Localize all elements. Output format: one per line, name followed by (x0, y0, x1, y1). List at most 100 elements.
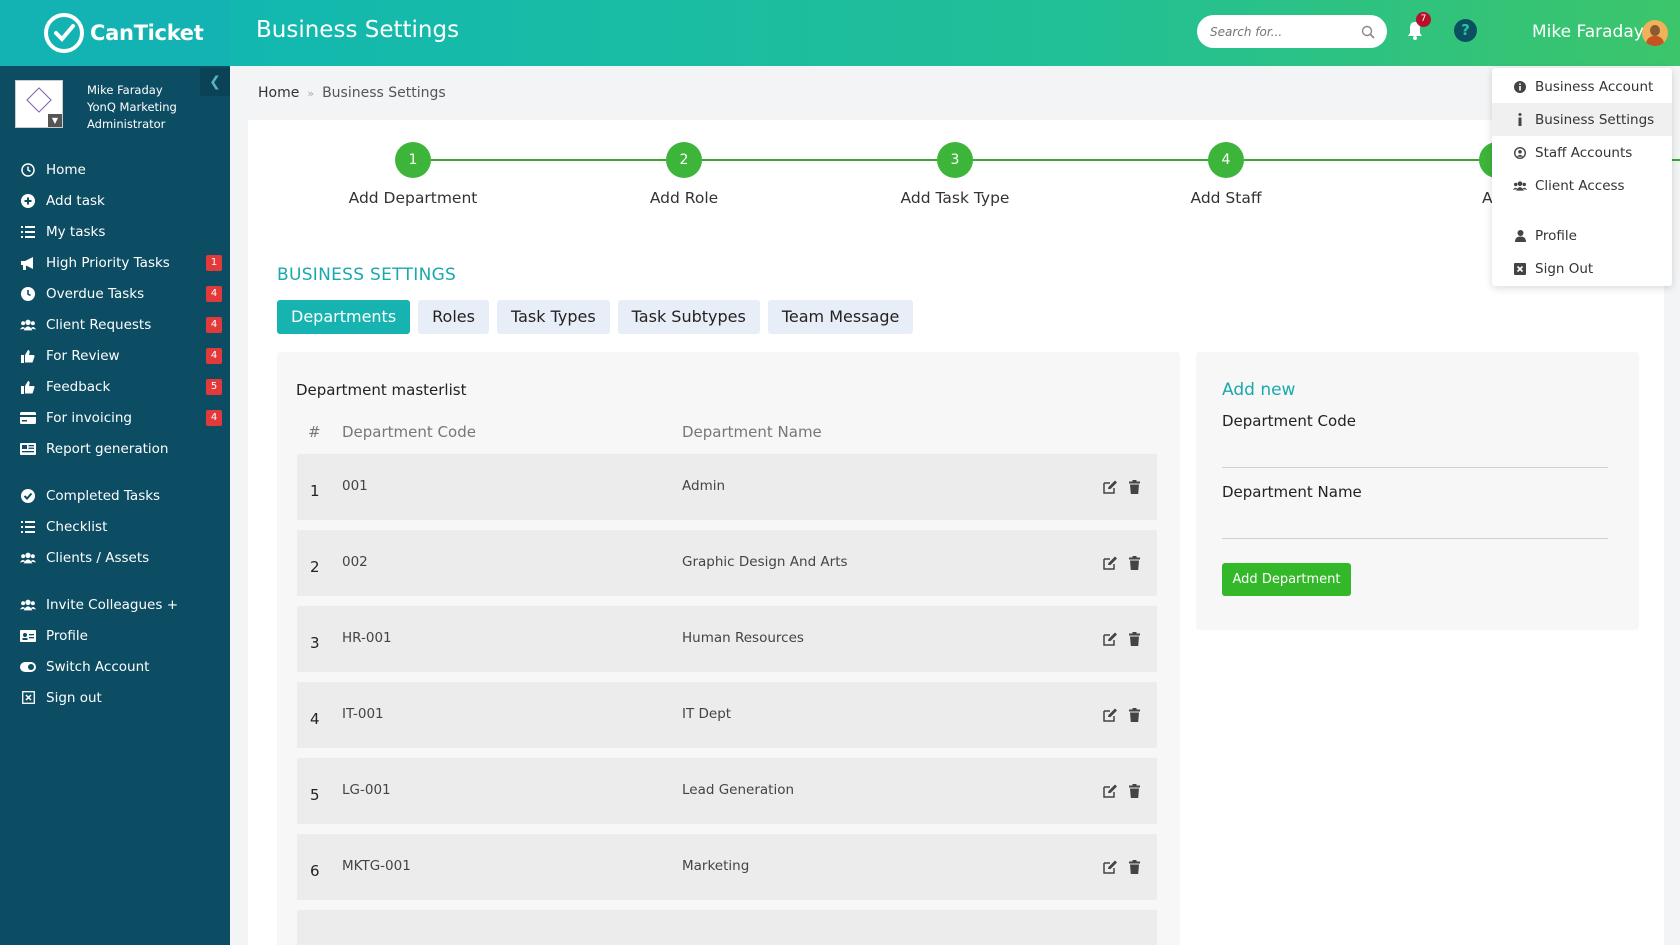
user-dropdown-menu: Business Account Business Settings Staff… (1492, 68, 1672, 286)
table-row: 2 002 Graphic Design And Arts (297, 530, 1157, 596)
department-code-field[interactable] (1222, 442, 1608, 468)
menu-item-profile[interactable]: Profile (1492, 219, 1672, 252)
sidebar-item-label: High Priority Tasks (46, 254, 170, 271)
sidebar-item-label: For Review (46, 347, 120, 364)
edit-icon[interactable] (1103, 631, 1118, 650)
delete-icon[interactable] (1129, 707, 1140, 726)
delete-icon[interactable] (1129, 783, 1140, 802)
sidebar-item-checklist[interactable]: Checklist (0, 511, 230, 542)
breadcrumb-current: Business Settings (322, 85, 446, 101)
sidebar-item-home[interactable]: Home (0, 154, 230, 185)
add-department-button[interactable]: Add Department (1222, 563, 1351, 596)
table-row: 1 001 Admin (297, 454, 1157, 520)
delete-icon[interactable] (1129, 631, 1140, 650)
menu-item-label: Staff Accounts (1535, 144, 1633, 161)
department-code: MKTG-001 (342, 858, 411, 874)
step-add-task-type[interactable]: 3 Add Task Type (855, 142, 1055, 207)
step-label: Add Staff (1190, 189, 1262, 207)
sidebar-item-overdue[interactable]: Overdue Tasks 4 (0, 278, 230, 309)
sidebar-item-label: Add task (46, 192, 105, 209)
notifications-button[interactable]: 7 (1407, 12, 1431, 44)
menu-item-business-settings[interactable]: Business Settings (1492, 103, 1672, 136)
info-circle-icon (1513, 80, 1527, 93)
edit-icon[interactable] (1103, 859, 1118, 878)
sidebar-item-report-generation[interactable]: Report generation (0, 433, 230, 464)
company-logo-mark (26, 87, 52, 113)
menu-item-label: Profile (1535, 227, 1577, 244)
edit-icon[interactable] (1103, 479, 1118, 498)
top-header: Business Settings 7 ? Mike Faraday (230, 0, 1680, 66)
sidebar-nav: Home Add task My tasks High Priority Tas… (0, 154, 230, 713)
department-code-label: Department Code (1222, 412, 1356, 430)
step-number: 2 (666, 142, 702, 178)
delete-icon[interactable] (1129, 859, 1140, 878)
sidebar-item-feedback[interactable]: Feedback 5 (0, 371, 230, 402)
notification-count-badge: 7 (1416, 12, 1431, 27)
users-icon (1513, 180, 1527, 191)
search-box[interactable] (1197, 15, 1387, 48)
sidebar: CanTicket ❮ ▼ Mike Faraday YonQ Marketin… (0, 0, 230, 945)
department-name: Marketing (682, 858, 750, 874)
sidebar-item-switch-account[interactable]: Switch Account (0, 651, 230, 682)
check-circle-icon (20, 488, 36, 504)
menu-item-business-account[interactable]: Business Account (1492, 70, 1672, 103)
delete-icon[interactable] (1129, 479, 1140, 498)
bell-icon (1407, 22, 1423, 44)
department-code: HR-001 (342, 630, 392, 646)
header-user-name[interactable]: Mike Faraday (1532, 22, 1644, 42)
menu-item-client-access[interactable]: Client Access (1492, 169, 1672, 202)
caret-down-icon[interactable]: ▼ (48, 114, 62, 127)
user-circle-icon (1513, 146, 1527, 159)
tab-team-message[interactable]: Team Message (767, 300, 914, 334)
tab-task-types[interactable]: Task Types (496, 300, 610, 334)
menu-item-label: Client Access (1535, 177, 1625, 194)
sidebar-item-completed-tasks[interactable]: Completed Tasks (0, 480, 230, 511)
sidebar-item-profile[interactable]: Profile (0, 620, 230, 651)
sidebar-item-high-priority[interactable]: High Priority Tasks 1 (0, 247, 230, 278)
sidebar-item-add-task[interactable]: Add task (0, 185, 230, 216)
sidebar-item-client-requests[interactable]: Client Requests 4 (0, 309, 230, 340)
step-add-staff[interactable]: 4 Add Staff (1126, 142, 1326, 207)
tab-roles[interactable]: Roles (418, 300, 489, 334)
sidebar-item-for-review[interactable]: For Review 4 (0, 340, 230, 371)
avatar-shirt (1646, 36, 1664, 46)
edit-icon[interactable] (1103, 555, 1118, 574)
step-add-role[interactable]: 2 Add Role (584, 142, 784, 207)
count-badge: 4 (206, 410, 222, 426)
help-icon[interactable]: ? (1454, 19, 1477, 42)
collapse-sidebar-button[interactable]: ❮ (200, 68, 230, 96)
edit-icon[interactable] (1103, 783, 1118, 802)
page-title: Business Settings (256, 17, 460, 43)
row-number: 2 (310, 558, 320, 576)
menu-item-staff-accounts[interactable]: Staff Accounts (1492, 136, 1672, 169)
sidebar-item-my-tasks[interactable]: My tasks (0, 216, 230, 247)
tab-task-subtypes[interactable]: Task Subtypes (617, 300, 760, 334)
sidebar-item-clients-assets[interactable]: Clients / Assets (0, 542, 230, 573)
step-label: Add Department (348, 189, 478, 207)
tab-departments[interactable]: Departments (277, 300, 411, 334)
department-name-label: Department Name (1222, 483, 1362, 501)
settings-tabs: Departments Roles Task Types Task Subtyp… (277, 300, 921, 334)
avatar-face (1650, 25, 1660, 36)
department-name-field[interactable] (1222, 513, 1608, 539)
menu-item-sign-out[interactable]: Sign Out (1492, 252, 1672, 285)
sidebar-item-for-invoicing[interactable]: For invoicing 4 (0, 402, 230, 433)
thumbs-up-icon (20, 348, 36, 364)
app-logo[interactable]: CanTicket (0, 0, 230, 66)
company-logo[interactable]: ▼ (15, 80, 63, 128)
breadcrumb-home[interactable]: Home (258, 85, 299, 101)
sidebar-item-label: For invoicing (46, 409, 132, 426)
search-icon[interactable] (1361, 24, 1375, 43)
step-add-department[interactable]: 1 Add Department (313, 142, 513, 207)
sidebar-item-invite-colleagues[interactable]: Invite Colleagues + (0, 589, 230, 620)
avatar[interactable] (1642, 20, 1668, 46)
search-input[interactable] (1197, 15, 1347, 48)
breadcrumb: Home » Business Settings (258, 85, 446, 101)
user-company: YonQ Marketing (87, 100, 177, 114)
sidebar-item-label: Clients / Assets (46, 549, 150, 566)
sidebar-item-sign-out[interactable]: Sign out (0, 682, 230, 713)
delete-icon[interactable] (1129, 555, 1140, 574)
edit-icon[interactable] (1103, 707, 1118, 726)
sidebar-item-label: Switch Account (46, 658, 150, 675)
count-badge: 1 (206, 255, 222, 271)
